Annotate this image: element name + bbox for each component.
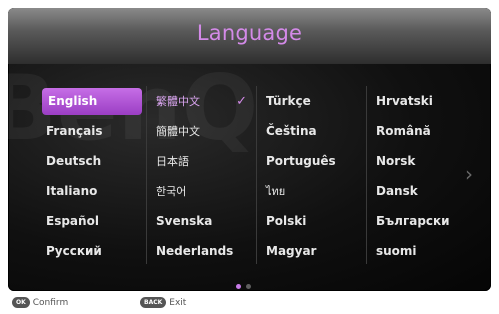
- language-item[interactable]: ไทย: [257, 178, 365, 205]
- language-item[interactable]: Deutsch: [38, 148, 144, 175]
- language-item[interactable]: English: [42, 88, 142, 115]
- check-icon: ✓: [236, 94, 247, 109]
- language-item[interactable]: Čeština: [257, 118, 365, 145]
- language-item[interactable]: Magyar: [257, 238, 365, 265]
- language-menu-screen: BenQ Language English Français Deutsch I…: [8, 8, 491, 291]
- language-item[interactable]: Nederlands: [147, 238, 255, 265]
- language-item[interactable]: 한국어: [147, 178, 255, 205]
- confirm-hint: OK Confirm: [12, 296, 68, 310]
- language-item[interactable]: suomi: [367, 238, 473, 265]
- next-page-arrow-icon[interactable]: ›: [465, 162, 473, 186]
- language-item[interactable]: Français: [38, 118, 144, 145]
- language-item[interactable]: Hrvatski: [367, 88, 473, 115]
- language-item[interactable]: Български: [367, 208, 473, 235]
- language-item[interactable]: Português: [257, 148, 365, 175]
- language-item[interactable]: Norsk: [367, 148, 473, 175]
- language-item[interactable]: Türkçe: [257, 88, 365, 115]
- language-item[interactable]: Italiano: [38, 178, 144, 205]
- footer-hints: OK Confirm BACK Exit: [0, 291, 499, 314]
- language-item[interactable]: Svenska: [147, 208, 255, 235]
- language-item[interactable]: 日本語: [147, 148, 255, 175]
- page-indicator: [236, 274, 256, 289]
- language-item[interactable]: Polski: [257, 208, 365, 235]
- back-key-icon: BACK: [140, 297, 167, 308]
- ok-key-icon: OK: [12, 297, 30, 308]
- language-column-4: Hrvatski Română Norsk Dansk Български su…: [366, 86, 473, 264]
- page-title: Language: [196, 21, 303, 45]
- language-grid: English Français Deutsch Italiano Españo…: [38, 86, 458, 264]
- language-item[interactable]: 簡體中文: [147, 118, 255, 145]
- language-item[interactable]: Español: [38, 208, 144, 235]
- language-column-2: 繁體中文 ✓ 簡體中文 日本語 한국어 Svenska Nederlands: [146, 86, 255, 264]
- language-item[interactable]: Română: [367, 118, 473, 145]
- exit-label: Exit: [169, 298, 187, 308]
- language-column-1: English Français Deutsch Italiano Españo…: [38, 86, 144, 264]
- page-dot[interactable]: [246, 284, 251, 289]
- page-dot-active[interactable]: [236, 284, 241, 289]
- language-item[interactable]: Русский: [38, 238, 144, 265]
- language-column-3: Türkçe Čeština Português ไทย Polski Magy…: [256, 86, 365, 264]
- language-item-current[interactable]: 繁體中文 ✓: [147, 88, 255, 115]
- language-item[interactable]: Dansk: [367, 178, 473, 205]
- title-bar: Language: [8, 8, 491, 64]
- language-label: 繁體中文: [156, 95, 200, 108]
- confirm-label: Confirm: [32, 298, 69, 308]
- exit-hint: BACK Exit: [140, 296, 186, 310]
